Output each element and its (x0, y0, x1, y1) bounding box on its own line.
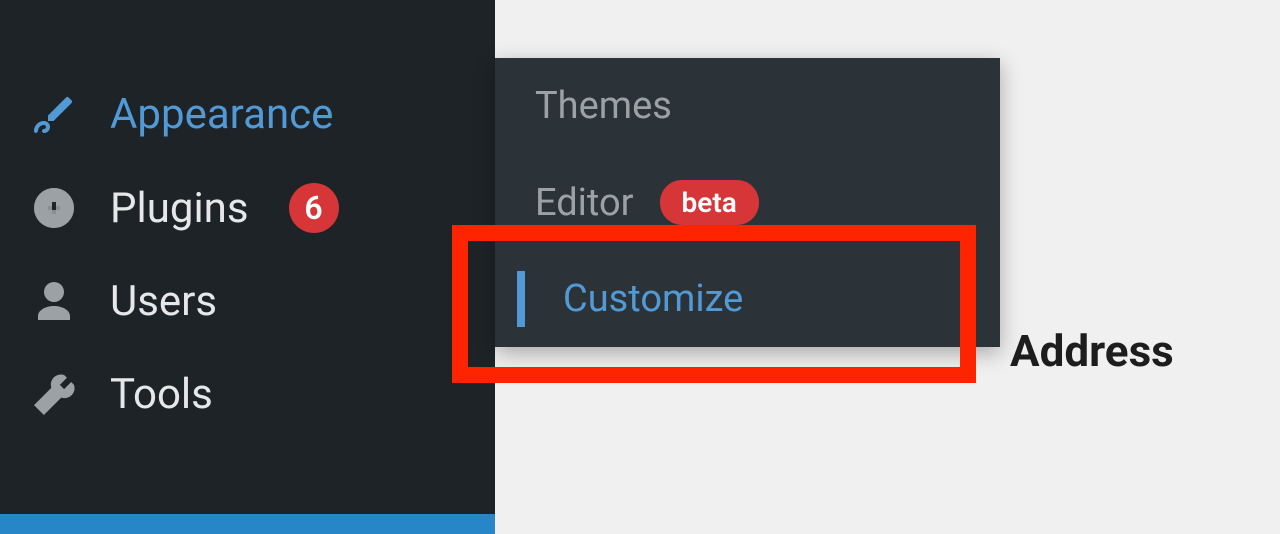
sidebar-item-tools[interactable]: Tools (0, 348, 495, 441)
page-content-label: Address (1010, 325, 1174, 377)
beta-badge: beta (660, 180, 759, 225)
submenu-item-customize[interactable]: Customize (495, 251, 1000, 347)
submenu-item-label: Themes (535, 84, 672, 128)
submenu-item-editor[interactable]: Editor beta (495, 154, 1000, 251)
update-count-badge: 6 (289, 183, 339, 233)
user-icon (30, 278, 78, 326)
appearance-submenu: Themes Editor beta Customize (495, 58, 1000, 347)
plugin-icon (30, 184, 78, 232)
sidebar-item-label: Users (110, 277, 217, 326)
sidebar-item-label: Tools (110, 370, 213, 419)
submenu-item-themes[interactable]: Themes (495, 58, 1000, 154)
submenu-item-label: Customize (563, 277, 743, 321)
submenu-item-label: Editor (535, 181, 634, 225)
sidebar-item-appearance[interactable]: Appearance (0, 68, 495, 161)
sidebar-active-bar (0, 514, 495, 534)
wrench-icon (30, 371, 78, 419)
admin-sidebar: Appearance Plugins 6 Users Tools (0, 0, 495, 534)
sidebar-item-label: Appearance (110, 90, 333, 139)
sidebar-item-users[interactable]: Users (0, 255, 495, 348)
sidebar-item-label: Plugins (110, 184, 249, 233)
sidebar-item-plugins[interactable]: Plugins 6 (0, 161, 495, 255)
brush-icon (30, 91, 78, 139)
